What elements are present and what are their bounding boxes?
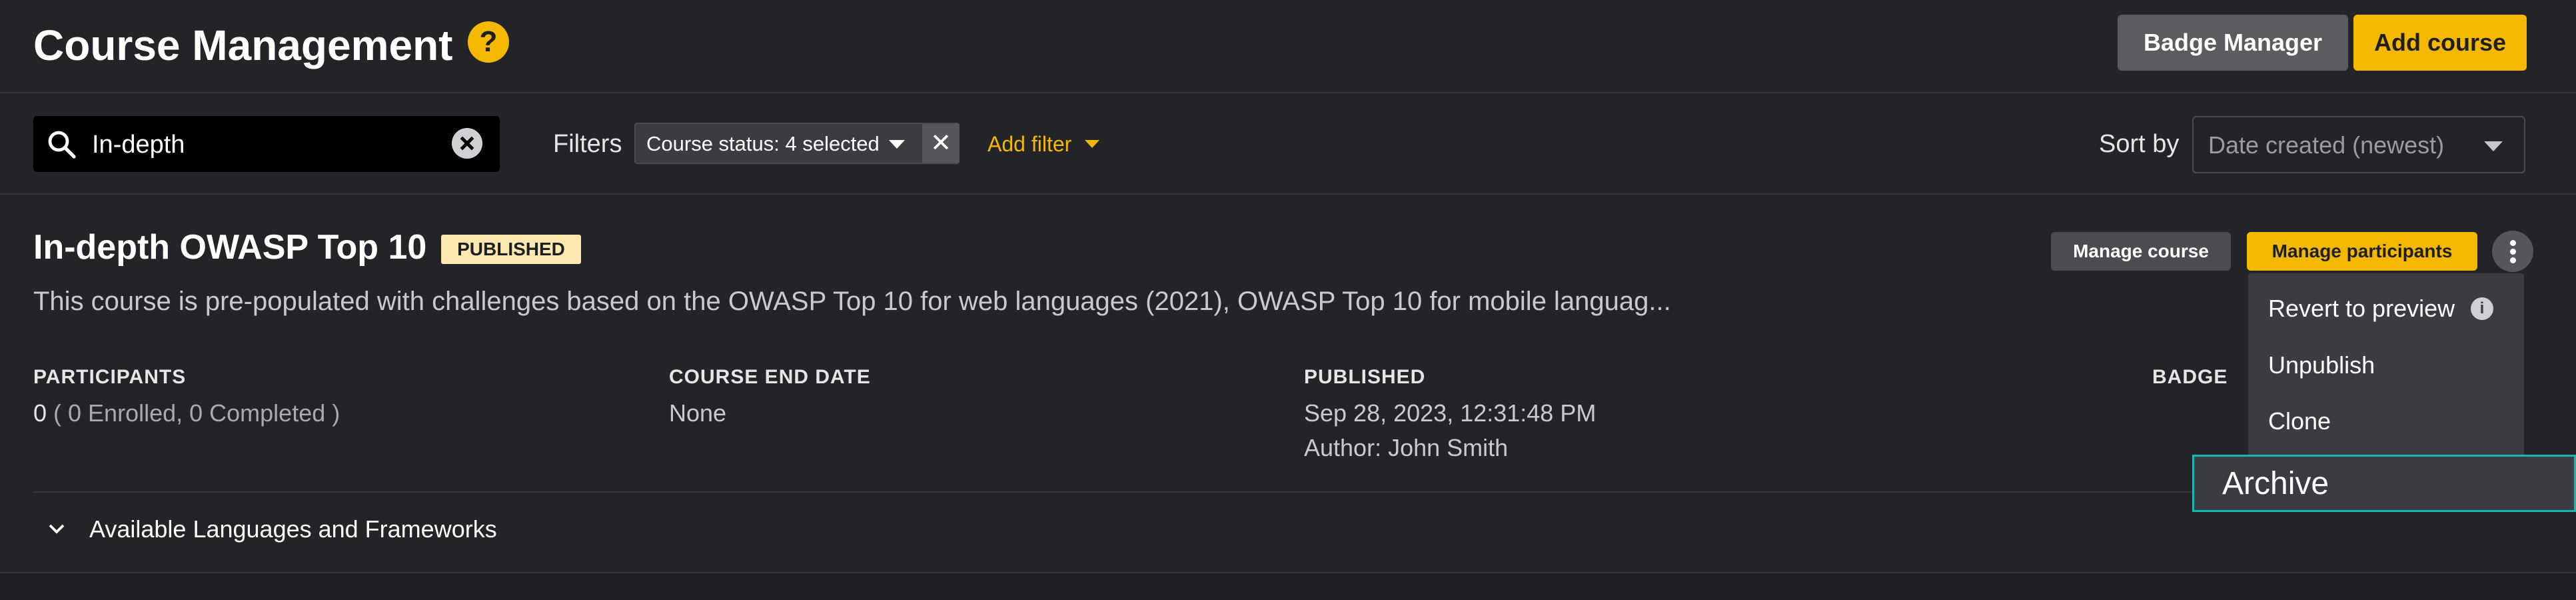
published-date: Sep 28, 2023, 12:31:48 PM	[1304, 399, 1597, 427]
chevron-down-icon[interactable]	[47, 519, 67, 539]
course-description: This course is pre-populated with challe…	[33, 287, 1671, 316]
manage-course-button[interactable]: Manage course	[2051, 232, 2231, 271]
add-filter-button[interactable]: Add filter	[987, 129, 1071, 159]
menu-item-clone[interactable]: Clone	[2268, 405, 2331, 437]
page-title: Course Management	[33, 21, 453, 69]
sort-select-value: Date created (newest)	[2208, 131, 2445, 159]
course-end-date-label: COURSE END DATE	[669, 366, 871, 388]
published-label: PUBLISHED	[1304, 366, 1426, 388]
published-author: Author: John Smith	[1304, 434, 1509, 461]
clear-search-icon[interactable]	[452, 128, 482, 159]
search-icon	[48, 131, 76, 159]
course-status-filter-label: Course status: 4 selected	[646, 132, 880, 155]
divider	[33, 491, 2543, 493]
filters-label: Filters	[553, 130, 622, 158]
info-icon[interactable]: i	[2471, 297, 2493, 320]
menu-item-unpublish[interactable]: Unpublish	[2268, 349, 2375, 381]
more-options-menu: Revert to preview i Unpublish Clone	[2248, 273, 2524, 460]
menu-item-archive-label: Archive	[2222, 466, 2329, 501]
menu-item-archive[interactable]: Archive	[2192, 455, 2576, 512]
caret-down-icon	[889, 140, 905, 149]
help-icon[interactable]: ?	[468, 21, 509, 63]
caret-down-icon	[2484, 141, 2503, 151]
badge-manager-button[interactable]: Badge Manager	[2118, 15, 2348, 71]
manage-participants-button[interactable]: Manage participants	[2247, 232, 2477, 271]
course-title[interactable]: In-depth OWASP Top 10	[33, 227, 426, 268]
menu-item-revert-to-preview[interactable]: Revert to preview	[2268, 293, 2455, 325]
course-end-date-value: None	[669, 399, 727, 427]
remove-filter-icon[interactable]: ✕	[922, 124, 960, 163]
search-box	[33, 116, 500, 172]
search-input[interactable]	[91, 125, 466, 164]
participants-value: 0 ( 0 Enrolled, 0 Completed )	[33, 397, 340, 429]
sort-by-label: Sort by	[2099, 130, 2180, 158]
badge-label: BADGE	[2152, 366, 2228, 388]
participants-count: 0	[33, 399, 47, 427]
course-status-filter-chip[interactable]: Course status: 4 selected ✕	[634, 123, 960, 164]
sort-select[interactable]: Date created (newest)	[2192, 116, 2525, 173]
page-header: Course Management ? Badge Manager Add co…	[0, 0, 2576, 93]
course-card: In-depth OWASP Top 10 PUBLISHED Manage c…	[0, 195, 2576, 573]
status-badge: PUBLISHED	[441, 235, 581, 264]
add-filter-caret-icon	[1085, 140, 1099, 148]
more-options-icon[interactable]	[2492, 231, 2533, 272]
participants-detail: ( 0 Enrolled, 0 Completed )	[47, 399, 340, 427]
available-languages-toggle[interactable]: Available Languages and Frameworks	[89, 513, 497, 545]
filter-toolbar: Filters Course status: 4 selected ✕ Add …	[0, 93, 2576, 195]
participants-label: PARTICIPANTS	[33, 366, 187, 388]
add-course-button[interactable]: Add course	[2353, 15, 2527, 71]
